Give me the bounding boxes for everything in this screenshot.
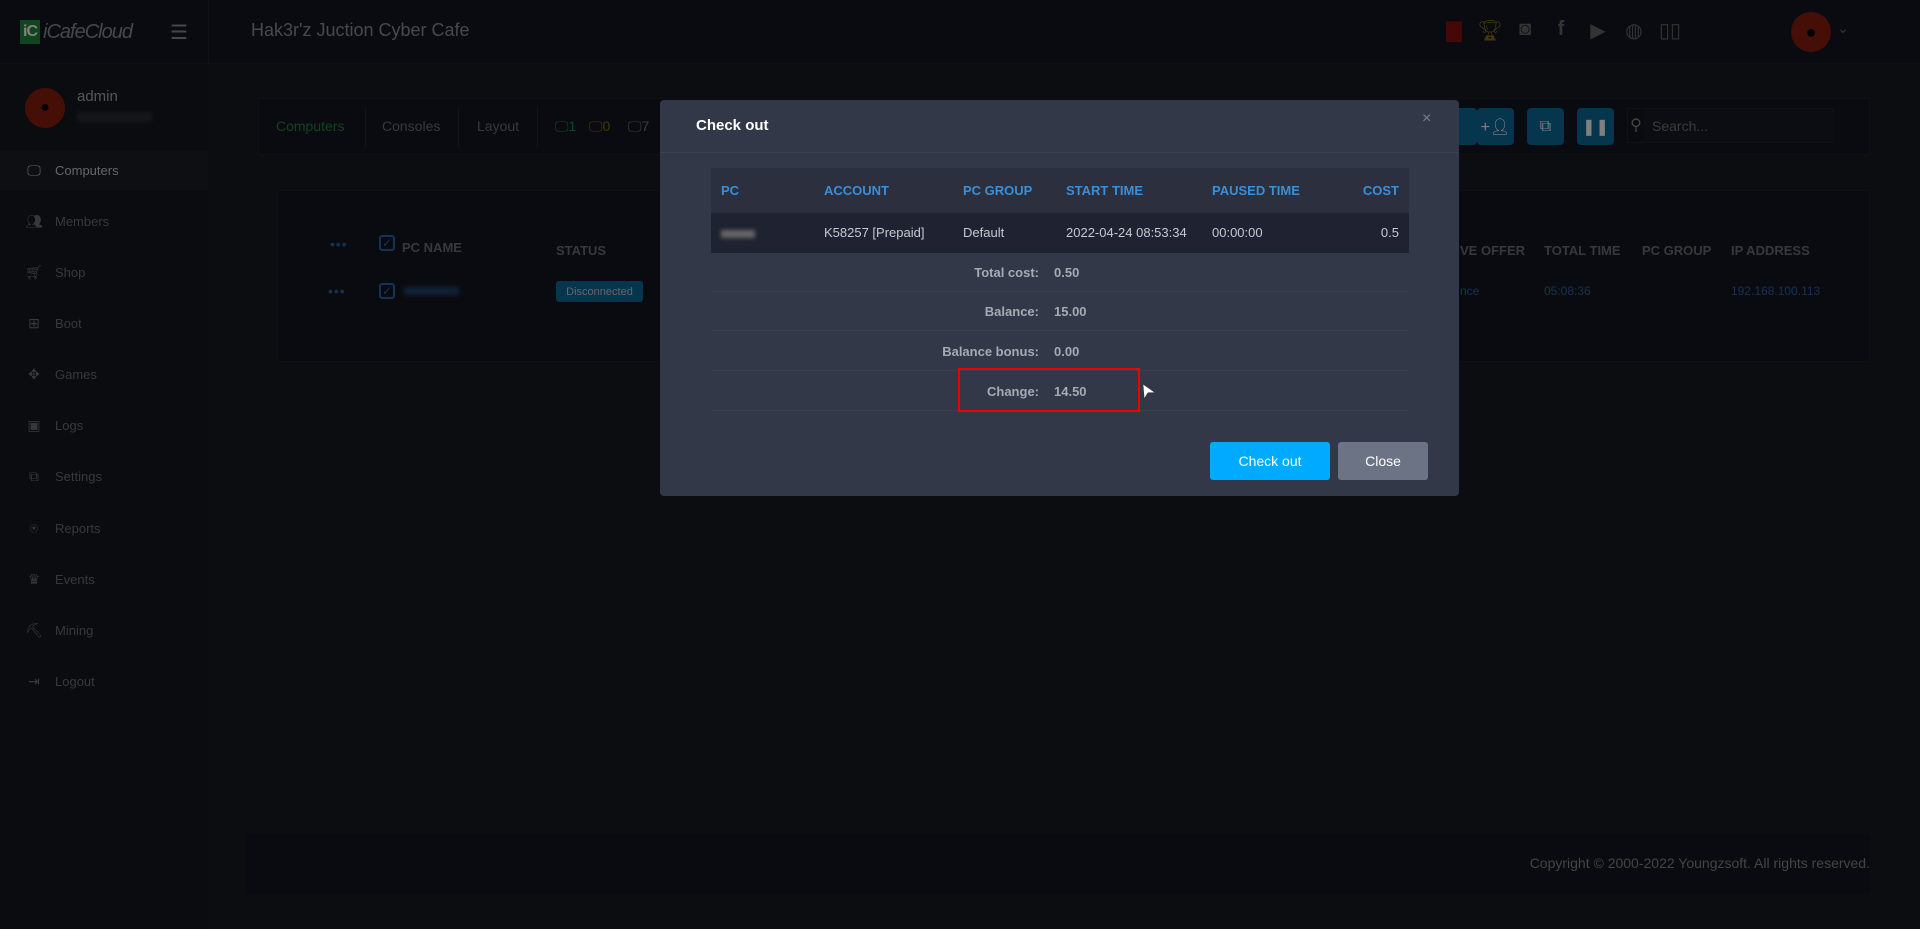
column-header: PC GROUP: [963, 183, 1033, 198]
summary-value: 15.00: [1054, 304, 1087, 319]
summary-label: Total cost:: [974, 265, 1039, 280]
summary-value: 0.00: [1054, 344, 1080, 359]
highlight-box: [958, 368, 1140, 412]
modal-title: Check out: [696, 117, 769, 134]
account-cell: K58257 [Prepaid]: [824, 225, 925, 240]
close-button[interactable]: Close: [1338, 442, 1428, 480]
column-header: ACCOUNT: [824, 183, 889, 198]
cost-cell: 0.5: [1380, 225, 1399, 240]
divider: [660, 152, 1459, 153]
summary-balance-bonus: Balance bonus: 0.00: [711, 332, 1409, 371]
summary-label: Balance:: [984, 304, 1039, 319]
table-row: [711, 213, 1409, 253]
pc-name-blurred: [721, 230, 755, 238]
column-header: COST: [1362, 183, 1399, 198]
column-header: PC: [721, 183, 740, 198]
start-time-cell: 2022-04-24 08:53:34: [1066, 225, 1187, 240]
column-header: START TIME: [1066, 183, 1144, 198]
summary-value: 0.50: [1054, 265, 1080, 280]
summary-balance: Balance: 15.00: [711, 292, 1409, 331]
pc-group-cell: Default: [963, 225, 1005, 240]
summary-total-cost: Total cost: 0.50: [711, 253, 1409, 292]
checkout-modal: Check out × PC ACCOUNT PC GROUP START TI…: [660, 100, 1459, 496]
table-header: [711, 168, 1409, 213]
summary-label: Balance bonus:: [942, 344, 1039, 359]
column-header: PAUSED TIME: [1212, 183, 1300, 198]
checkout-button[interactable]: Check out: [1210, 442, 1330, 480]
paused-time-cell: 00:00:00: [1212, 225, 1263, 240]
close-icon[interactable]: ×: [1422, 110, 1431, 128]
